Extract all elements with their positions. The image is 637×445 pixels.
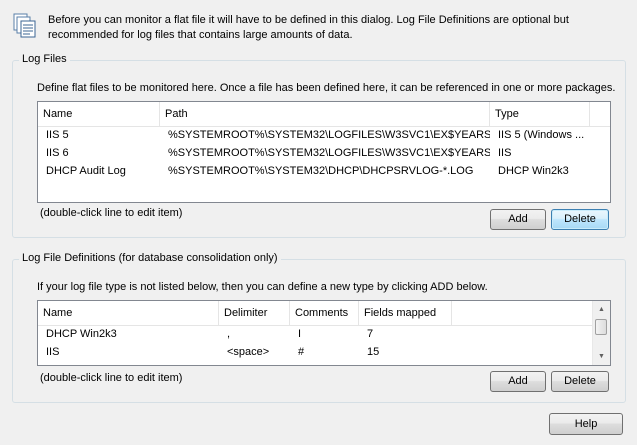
row-path: %SYSTEMROOT%\SYSTEM32\DHCP\DHCPSRVLOG-*.… xyxy=(168,165,474,177)
column-header-comments[interactable]: Comments xyxy=(290,301,359,325)
definitions-scrollbar[interactable]: ▲ ▼ xyxy=(592,301,610,365)
scroll-down-icon[interactable]: ▼ xyxy=(593,348,610,365)
table-row[interactable]: IIS 5 %SYSTEMROOT%\SYSTEM32\LOGFILES\W3S… xyxy=(38,127,610,143)
row-delimiter: , xyxy=(227,328,231,340)
row-name: IIS 6 xyxy=(46,147,69,159)
table-row[interactable]: DHCP Audit Log %SYSTEMROOT%\SYSTEM32\DHC… xyxy=(38,163,610,179)
row-comments: I xyxy=(298,328,302,340)
table-row[interactable]: IIS <space> # 15 xyxy=(38,344,592,360)
row-fields-mapped: 7 xyxy=(367,328,374,340)
row-path: %SYSTEMROOT%\SYSTEM32\LOGFILES\W3SVC1\EX… xyxy=(168,147,490,159)
definitions-title: Log File Definitions (for database conso… xyxy=(19,252,281,265)
definitions-delete-button[interactable]: Delete xyxy=(551,371,609,392)
row-path: %SYSTEMROOT%\SYSTEM32\LOGFILES\W3SVC1\EX… xyxy=(168,129,490,141)
row-type: IIS xyxy=(498,147,512,159)
intro-text: Before you can monitor a flat file it wi… xyxy=(48,14,569,41)
column-header-name[interactable]: Name xyxy=(38,102,160,126)
row-delimiter: <space> xyxy=(227,346,270,358)
scroll-up-icon[interactable]: ▲ xyxy=(593,301,610,318)
definitions-hint: (double-click line to edit item) xyxy=(40,372,183,384)
column-header-type[interactable]: Type xyxy=(490,102,590,126)
scroll-thumb[interactable] xyxy=(595,319,607,335)
log-files-description: Define flat files to be monitored here. … xyxy=(37,82,616,94)
log-files-list[interactable]: Name Path Type IIS 5 %SYSTEMROOT%\SYSTEM… xyxy=(37,101,611,203)
column-header-fields-mapped[interactable]: Fields mapped xyxy=(359,301,452,325)
row-name: IIS xyxy=(46,346,60,358)
table-row[interactable]: DHCP Win2k3 , I 7 xyxy=(38,326,592,342)
definitions-header: Name Delimiter Comments Fields mapped xyxy=(38,301,592,326)
column-header-name[interactable]: Name xyxy=(38,301,219,325)
help-button[interactable]: Help xyxy=(549,413,623,435)
row-name: IIS 5 xyxy=(46,129,69,141)
log-files-header: Name Path Type xyxy=(38,102,610,127)
column-header-delimiter[interactable]: Delimiter xyxy=(219,301,290,325)
definitions-description: If your log file type is not listed belo… xyxy=(37,281,488,293)
row-name: DHCP Win2k3 xyxy=(46,328,117,340)
log-files-hint: (double-click line to edit item) xyxy=(40,207,183,219)
row-fields-mapped: 15 xyxy=(367,346,380,358)
log-files-title: Log Files xyxy=(19,53,70,66)
log-files-add-button[interactable]: Add xyxy=(490,209,546,230)
column-header-path[interactable]: Path xyxy=(160,102,490,126)
row-type: IIS 5 (Windows ... xyxy=(498,129,585,141)
row-name: DHCP Audit Log xyxy=(46,165,126,177)
row-type: DHCP Win2k3 xyxy=(498,165,569,177)
file-definition-icon xyxy=(11,12,39,40)
table-row[interactable]: IIS 6 %SYSTEMROOT%\SYSTEM32\LOGFILES\W3S… xyxy=(38,145,610,161)
definitions-list[interactable]: Name Delimiter Comments Fields mapped DH… xyxy=(37,300,611,366)
definitions-add-button[interactable]: Add xyxy=(490,371,546,392)
log-files-delete-button[interactable]: Delete xyxy=(551,209,609,230)
row-comments: # xyxy=(298,346,305,358)
